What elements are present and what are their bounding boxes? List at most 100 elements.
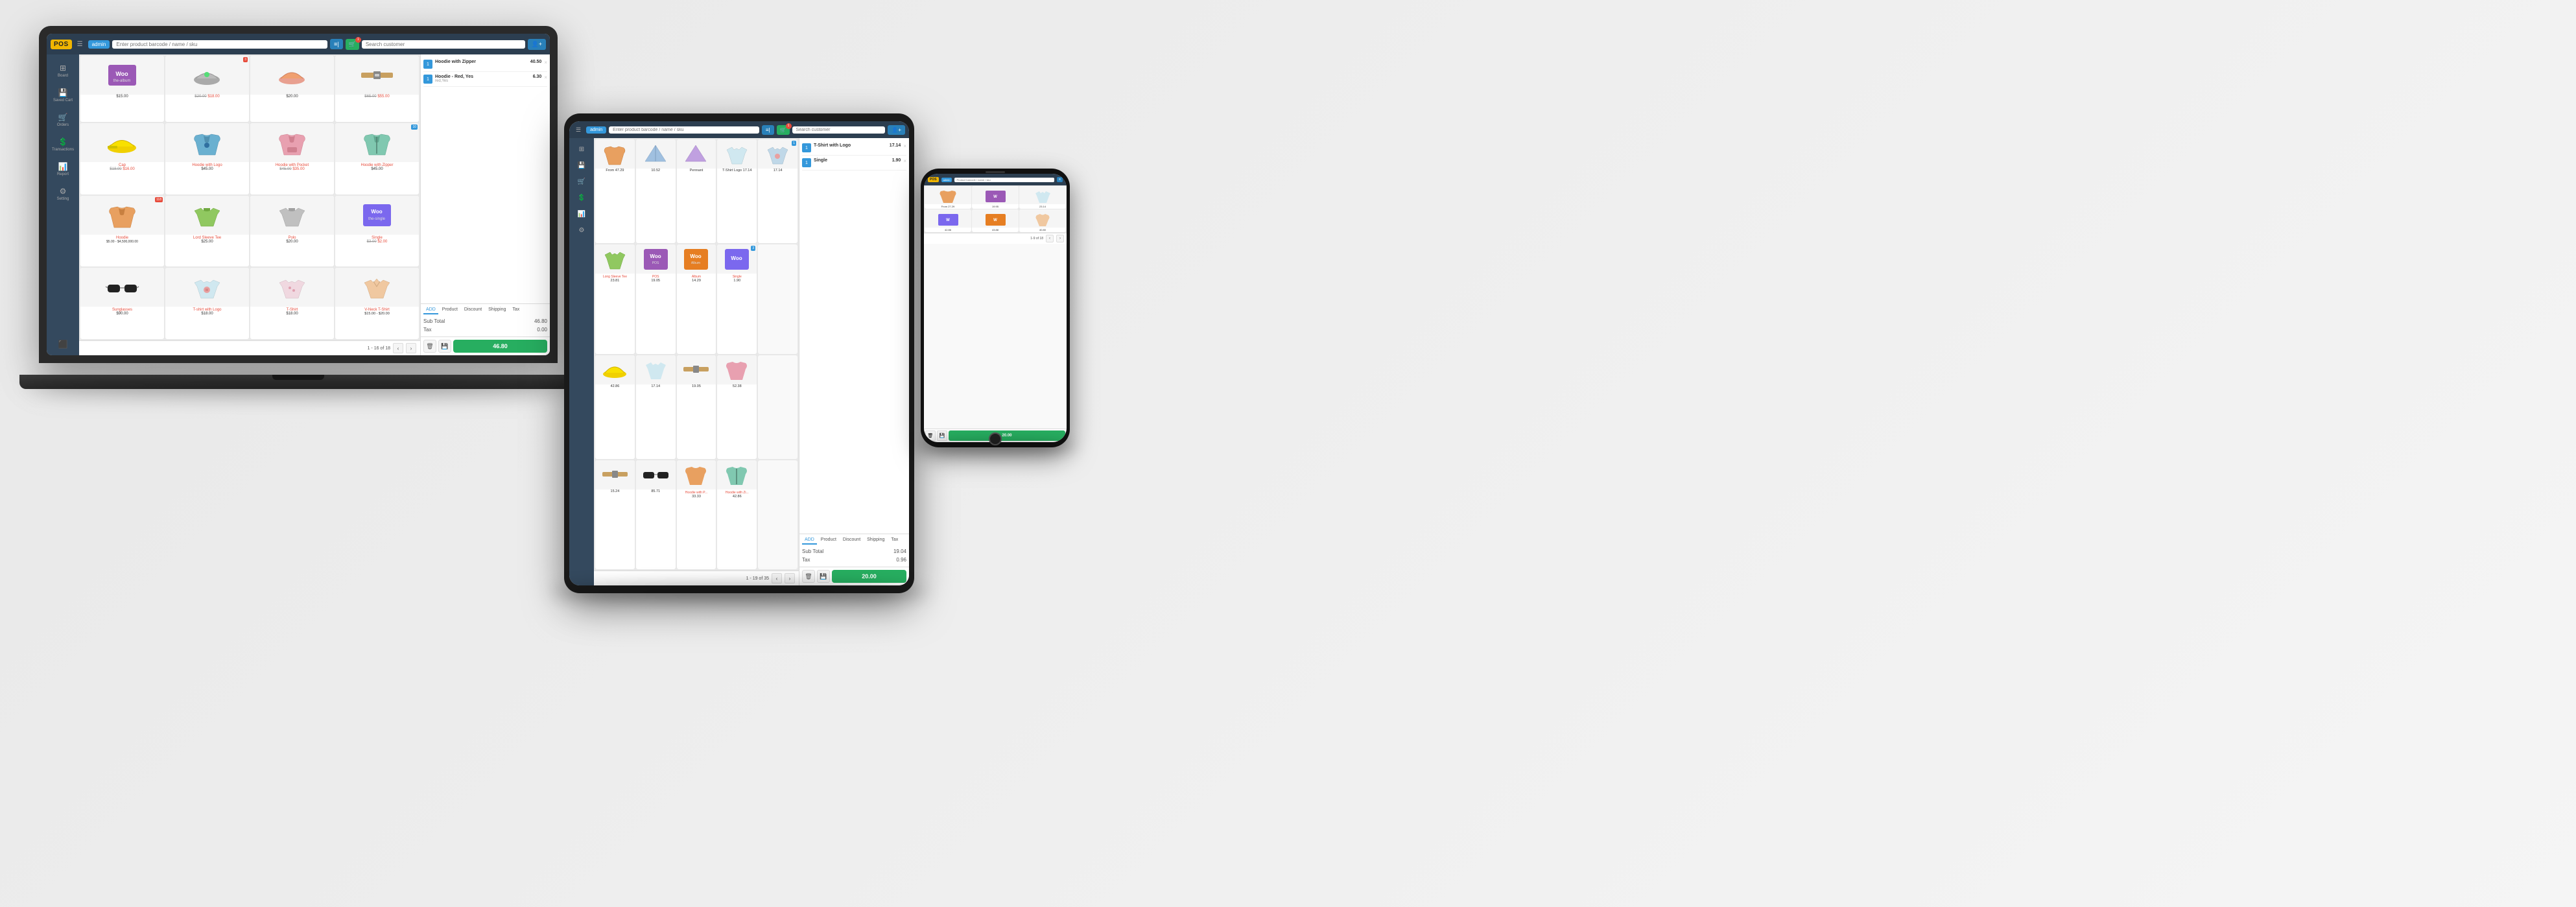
product-card-hat1[interactable]: 3 $20.00 $18.00 — [165, 56, 249, 122]
tablet-product-9[interactable]: 3 Woo Single 1.90 — [717, 244, 757, 353]
tablet-save-btn[interactable]: 💾 — [817, 570, 830, 583]
tablet-product-fill[interactable] — [758, 244, 798, 353]
tablet-order-remove-2[interactable]: × — [903, 158, 906, 164]
tablet-product-12[interactable]: 19.05 — [677, 355, 716, 459]
phone-product-5[interactable]: W 43.88 — [972, 209, 1019, 232]
tablet-tab-shipping[interactable]: Shipping — [864, 536, 887, 545]
tablet-product-fill3[interactable] — [758, 460, 798, 569]
tablet-tab-add[interactable]: ADD — [802, 536, 817, 545]
product-card-hoodie-zipper[interactable]: 10 Hoodie with Zipper $45.00 — [335, 123, 419, 194]
checkout-btn-laptop[interactable]: 46.80 — [453, 340, 547, 353]
tablet-delete-btn[interactable]: 🗑 — [802, 570, 815, 583]
admin-badge-tablet: admin — [586, 126, 606, 134]
menu-icon-tablet[interactable]: ☰ — [573, 125, 584, 135]
product-card-woo[interactable]: Woothe-album $15.00 — [80, 56, 164, 122]
prev-page-btn-laptop[interactable]: ‹ — [393, 343, 403, 353]
filter-btn-phone[interactable]: ≡ — [1057, 177, 1063, 182]
tablet-tab-discount[interactable]: Discount — [840, 536, 863, 545]
tablet-sidebar-report[interactable]: 📊 — [569, 207, 594, 223]
tab-shipping-laptop[interactable]: Shipping — [486, 306, 508, 314]
sidebar-item-board[interactable]: ⊞ Board — [47, 58, 79, 83]
sidebar-item-transactions[interactable]: 💲 Transactions — [47, 132, 79, 157]
menu-icon-laptop[interactable]: ☰ — [75, 40, 86, 49]
tablet-tab-product[interactable]: Product — [818, 536, 839, 545]
order-remove-2[interactable]: × — [544, 75, 547, 80]
tablet-sidebar-setting[interactable]: ⚙ — [569, 223, 594, 239]
sidebar-item-logout[interactable]: ⬛ — [47, 335, 79, 355]
next-page-btn-laptop[interactable]: › — [406, 343, 416, 353]
tablet-product-14[interactable]: 15.24 — [595, 460, 635, 569]
sidebar-item-savedcart[interactable]: 💾 Saved Cart — [47, 83, 79, 108]
tab-product-laptop[interactable]: Product — [440, 306, 460, 314]
cart-icon-laptop[interactable]: 🛒 1 — [346, 39, 359, 50]
delete-btn-laptop[interactable]: 🗑 — [423, 340, 436, 353]
save-btn-laptop[interactable]: 💾 — [438, 340, 451, 353]
tablet-order-remove-1[interactable]: × — [903, 143, 906, 149]
tablet-product-fill2[interactable] — [758, 355, 798, 459]
tablet-product-6[interactable]: Long Sleeve Tee 23.81 — [595, 244, 635, 353]
checkout-btn-tablet[interactable]: 20.00 — [832, 570, 906, 583]
tablet-sidebar-orders[interactable]: 🛒 — [569, 174, 594, 191]
search-customer-input-laptop[interactable] — [362, 40, 525, 49]
product-card-tshirt-logo[interactable]: W T-shirt with Logo $18.00 — [165, 268, 249, 339]
tablet-product-10[interactable]: 42.86 — [595, 355, 635, 459]
filter-btn-tablet[interactable]: ≡| — [762, 125, 774, 135]
tablet-sidebar-transactions[interactable]: 💲 — [569, 191, 594, 207]
product-card-hoodie-pocket[interactable]: Hoodie with Pocket $45.00 $35.00 — [250, 123, 334, 194]
tablet-product-11[interactable]: 17.14 — [636, 355, 676, 459]
phone-save-btn[interactable]: 💾 — [937, 430, 947, 441]
product-name-vneck: V-Neck T-Shirt — [335, 307, 419, 312]
product-card-vneck[interactable]: V-Neck T-Shirt $15.00 - $20.00 — [335, 268, 419, 339]
tablet-product-3[interactable]: Pennant — [677, 139, 716, 243]
product-card-hoodie-logo[interactable]: Hoodie with Logo $45.00 — [165, 123, 249, 194]
product-card-hat2[interactable]: $20.00 — [250, 56, 334, 122]
tab-discount-laptop[interactable]: Discount — [462, 306, 484, 314]
product-card-lord-tee[interactable]: Lord Sleeve Tee $25.00 — [165, 196, 249, 267]
add-customer-btn-laptop[interactable]: 👤+ — [528, 39, 546, 50]
tablet-product-2[interactable]: 10.52 — [636, 139, 676, 243]
sidebar-item-orders[interactable]: 🛒 Orders — [47, 108, 79, 132]
tablet-product-8[interactable]: WooAlbum Album 14.29 — [677, 244, 716, 353]
add-customer-btn-tablet[interactable]: 👤+ — [888, 125, 905, 135]
phone-product-4[interactable]: W 42.86 — [925, 209, 971, 232]
phone-next-btn[interactable]: › — [1056, 235, 1064, 242]
tablet-next-btn[interactable]: › — [785, 573, 795, 583]
tablet-product-16[interactable]: Hoodie with P... 33.33 — [677, 460, 716, 569]
search-customer-input-tablet[interactable] — [792, 126, 886, 134]
tab-add-laptop[interactable]: ADD — [423, 306, 438, 314]
product-card-tshirt-plain[interactable]: T-Shirt $18.00 — [250, 268, 334, 339]
phone-product-2[interactable]: W 19.95 — [972, 186, 1019, 209]
phone-delete-btn[interactable]: 🗑 — [925, 430, 936, 441]
tab-tax-laptop[interactable]: Tax — [510, 306, 522, 314]
product-card-single[interactable]: Woothe-single Single $3.00 $2.00 — [335, 196, 419, 267]
phone-prev-btn[interactable]: ‹ — [1046, 235, 1054, 242]
search-product-input-tablet[interactable] — [609, 126, 759, 134]
tablet-product-7[interactable]: WooPOS POS 19.05 — [636, 244, 676, 353]
phone-product-3[interactable]: 23.14 — [1019, 186, 1066, 209]
tablet-product-15[interactable]: 85.71 — [636, 460, 676, 569]
phone-product-1[interactable]: From 27.29 — [925, 186, 971, 209]
tablet-product-5[interactable]: 1 17.14 — [758, 139, 798, 243]
tablet-tab-tax[interactable]: Tax — [888, 536, 901, 545]
tablet-product-13[interactable]: 52.38 — [717, 355, 757, 459]
search-product-input-phone[interactable] — [954, 178, 1054, 182]
product-card-belt[interactable]: $65.00 $55.00 — [335, 56, 419, 122]
tablet-product-17[interactable]: Hoodie with Zi... 42.86 — [717, 460, 757, 569]
tablet-sidebar-board[interactable]: ⊞ — [569, 142, 594, 158]
product-price-woo: $15.00 — [80, 95, 164, 100]
product-card-polo[interactable]: Polo $20.00 — [250, 196, 334, 267]
tablet-prev-btn[interactable]: ‹ — [772, 573, 782, 583]
sidebar-item-report[interactable]: 📊 Report — [47, 157, 79, 182]
search-product-input-laptop[interactable] — [112, 40, 327, 49]
filter-btn-laptop[interactable]: ≡| — [330, 39, 343, 49]
cart-icon-tablet[interactable]: 🛒 1 — [777, 125, 790, 135]
product-card-hoodie-general[interactable]: 118 Hoodie $5.00 - $4,500,000.00 — [80, 196, 164, 267]
order-remove-1[interactable]: × — [544, 60, 547, 65]
tablet-sidebar-savedcart[interactable]: 💾 — [569, 158, 594, 174]
sidebar-item-setting[interactable]: ⚙ Setting — [47, 182, 79, 206]
product-card-cap[interactable]: Cap $18.00 $16.00 — [80, 123, 164, 194]
tablet-product-1[interactable]: From 47.29 — [595, 139, 635, 243]
phone-product-6[interactable]: 40.80 — [1019, 209, 1066, 232]
tablet-product-4[interactable]: T-Shirt Logo 17.14 — [717, 139, 757, 243]
product-card-sunglasses[interactable]: Sunglasses $90.00 — [80, 268, 164, 339]
